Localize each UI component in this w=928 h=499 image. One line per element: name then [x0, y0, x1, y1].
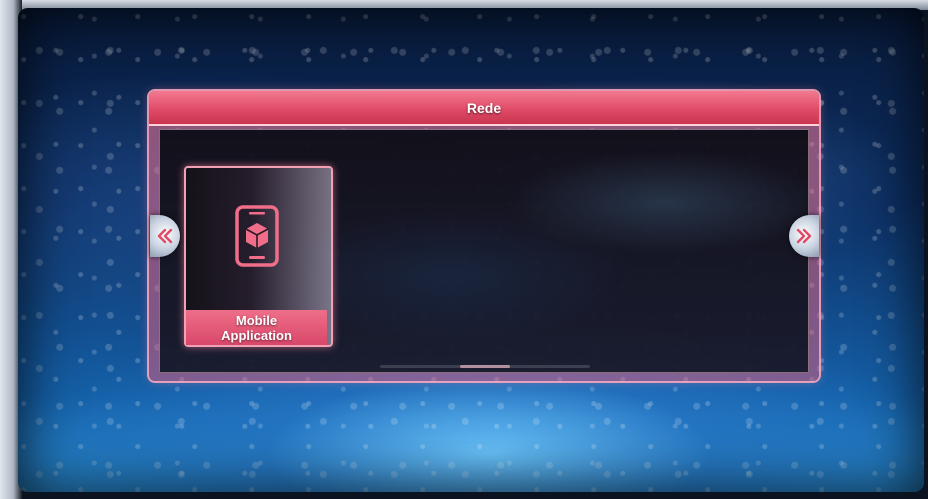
- dialog-title-bar: Rede: [149, 91, 819, 126]
- dialog-title: Rede: [466, 99, 502, 116]
- chevron-left-double-icon: [157, 228, 173, 244]
- app-label-line1: Mobile: [235, 312, 278, 328]
- scrollbar-thumb[interactable]: [460, 365, 510, 368]
- app-label-line2: Application: [221, 327, 292, 343]
- app-tile-mobile-application[interactable]: Mobile Application: [184, 166, 333, 347]
- chevron-right-double-icon: [796, 228, 812, 244]
- scrollbar[interactable]: [380, 365, 590, 368]
- mobile-phone-cube-icon: [235, 205, 279, 267]
- app-tile-label: Mobile Application: [186, 310, 327, 345]
